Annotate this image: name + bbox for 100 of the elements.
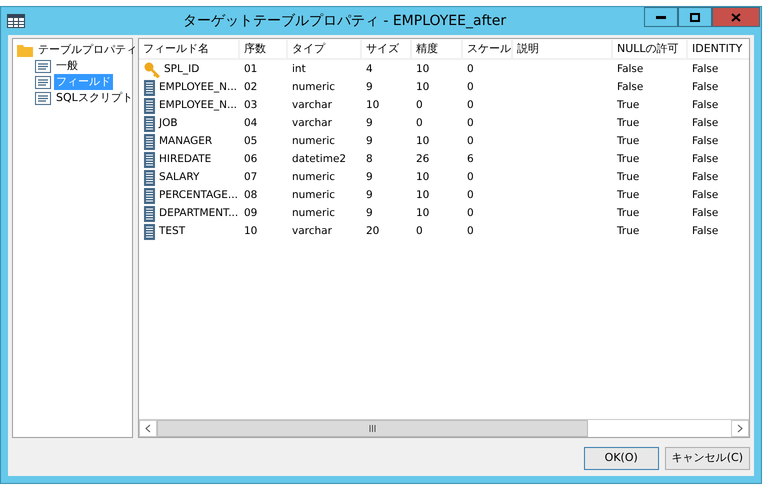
cancel-button[interactable]: キャンセル(C)	[664, 447, 750, 470]
document-icon	[35, 76, 51, 88]
table-cell: False	[617, 81, 644, 94]
table-cell: 08	[244, 189, 258, 202]
table-cell: True	[617, 117, 640, 130]
field-icon	[144, 224, 155, 240]
scrollbar-thumb[interactable]	[157, 420, 588, 437]
table-cell: True	[617, 99, 640, 112]
table-cell: False	[692, 207, 718, 220]
field-name: SPL_ID	[164, 62, 200, 78]
table-cell: 10	[416, 171, 430, 184]
field-icon	[144, 98, 155, 114]
document-icon	[35, 92, 51, 104]
minimize-button[interactable]	[644, 7, 678, 27]
field-icon	[144, 206, 155, 222]
table-cell: numeric	[292, 207, 336, 220]
table-cell: 9	[366, 135, 373, 148]
column-header[interactable]: 説明	[513, 40, 613, 60]
key-icon	[144, 62, 160, 78]
minimize-icon	[656, 15, 666, 19]
table-cell: 0	[416, 99, 423, 112]
close-button[interactable]	[712, 7, 760, 27]
table-cell: 07	[244, 171, 258, 184]
table-cell: 10	[366, 99, 380, 112]
table-cell: numeric	[292, 135, 336, 148]
table-cell: False	[692, 171, 718, 184]
table-cell: 9	[366, 81, 373, 94]
maximize-button[interactable]	[678, 7, 712, 27]
column-header[interactable]: NULLの許可	[613, 40, 688, 60]
table-cell: True	[617, 189, 640, 202]
table-cell: 9	[366, 117, 373, 130]
table-cell: varchar	[292, 99, 332, 112]
table-cell: 26	[416, 153, 430, 166]
column-header[interactable]: 精度	[412, 40, 463, 60]
column-header[interactable]: フィールド名	[139, 40, 240, 60]
table-cell: 0	[467, 171, 474, 184]
table-cell: False	[692, 99, 718, 112]
field-name: TEST	[159, 224, 186, 240]
field-name: SALARY	[159, 170, 200, 186]
table-cell: int	[292, 63, 306, 76]
table-cell: 0	[467, 207, 474, 220]
scroll-left-button[interactable]	[139, 420, 157, 437]
table-cell: 0	[467, 189, 474, 202]
table-cell: numeric	[292, 189, 336, 202]
field-icon	[144, 116, 155, 132]
column-header[interactable]: タイプ	[288, 40, 362, 60]
column-header[interactable]: スケール	[463, 40, 513, 60]
table-cell: False	[692, 63, 718, 76]
table-cell: 05	[244, 135, 258, 148]
table-cell: 20	[366, 225, 380, 238]
table-cell: 9	[366, 189, 373, 202]
table-cell: True	[617, 153, 640, 166]
table-cell: 0	[416, 225, 423, 238]
table-cell: 0	[467, 225, 474, 238]
table-cell: False	[692, 135, 718, 148]
tree-item[interactable]: SQLスクリプト	[54, 90, 135, 106]
table-cell: False	[692, 117, 718, 130]
table-cell: 10	[416, 81, 430, 94]
chevron-left-icon	[145, 424, 151, 433]
table-cell: True	[617, 171, 640, 184]
field-icon	[144, 188, 155, 204]
table-cell: True	[617, 135, 640, 148]
table-cell: 0	[467, 81, 474, 94]
field-icon	[144, 134, 155, 150]
maximize-icon	[690, 12, 700, 22]
table-cell: 04	[244, 117, 258, 130]
field-name: MANAGER	[159, 134, 212, 150]
table-cell: 9	[366, 171, 373, 184]
column-header[interactable]: 序数	[240, 40, 288, 60]
table-cell: 09	[244, 207, 258, 220]
close-icon	[731, 12, 741, 22]
field-name: HIREDATE	[159, 152, 212, 168]
table-cell: False	[692, 225, 718, 238]
table-cell: 10	[416, 135, 430, 148]
window-title: ターゲットテーブルプロパティ - EMPLOYEE_after	[182, 12, 508, 30]
table-cell: numeric	[292, 171, 336, 184]
field-icon	[144, 170, 155, 186]
table-cell: True	[617, 207, 640, 220]
scroll-right-button[interactable]	[731, 420, 749, 437]
table-cell: varchar	[292, 117, 332, 130]
table-cell: False	[692, 153, 718, 166]
table-cell: True	[617, 225, 640, 238]
table-cell: 4	[366, 63, 373, 76]
table-cell: False	[692, 81, 718, 94]
table-cell: 0	[467, 117, 474, 130]
table-cell: 10	[244, 225, 258, 238]
column-header[interactable]: サイズ	[362, 40, 412, 60]
grip-icon	[368, 425, 376, 432]
table-cell: numeric	[292, 81, 336, 94]
table-cell: 10	[416, 63, 430, 76]
tree-item[interactable]: 一般	[54, 58, 80, 74]
table-cell: 01	[244, 63, 258, 76]
table-cell: 9	[366, 207, 373, 220]
table-cell: 06	[244, 153, 258, 166]
ok-button[interactable]: OK(O)	[584, 447, 659, 470]
field-name: JOB	[159, 116, 178, 132]
table-cell: 6	[467, 153, 474, 166]
tree-item[interactable]: テーブルプロパティ	[36, 42, 139, 58]
table-cell: False	[692, 189, 718, 202]
table-cell: False	[617, 63, 644, 76]
